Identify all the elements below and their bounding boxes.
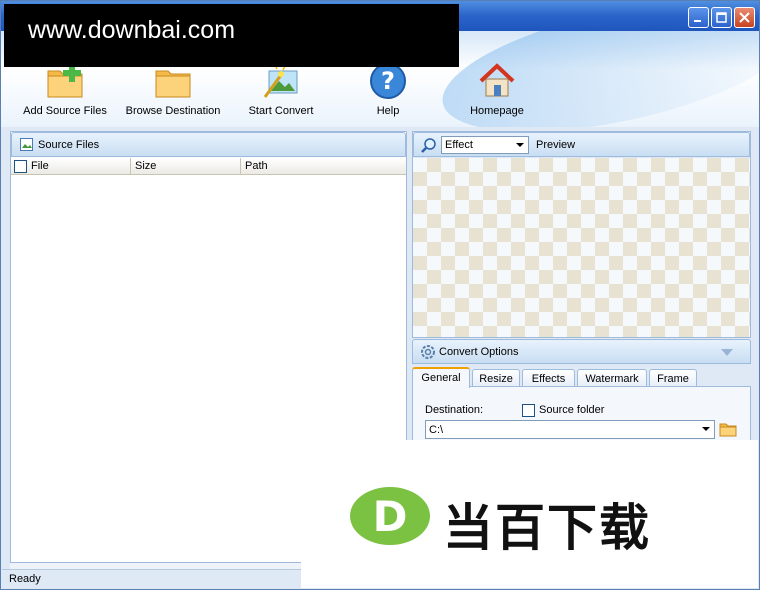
homepage-button[interactable]: Homepage [465,61,529,117]
destination-combo[interactable]: C:\ [425,420,715,439]
effect-select-value: Effect [445,139,473,151]
home-icon [479,63,515,97]
watermark-brand-text: 当百下载 [443,499,651,557]
chevron-down-icon [702,427,710,431]
source-folder-label: Source folder [539,404,605,416]
gear-icon [421,345,435,359]
select-all-checkbox[interactable] [14,160,27,173]
general-tab-panel: Destination: Source folder C:\ [412,386,751,446]
add-source-files-label: Add Source Files [23,105,107,117]
tab-watermark[interactable]: Watermark [577,369,647,387]
watermark-logo: D [350,487,430,545]
tab-general[interactable]: General [412,367,470,388]
convert-options-title: Convert Options [439,346,519,358]
start-convert-label: Start Convert [248,105,314,117]
svg-text:?: ? [381,67,395,95]
destination-label: Destination: [425,404,484,416]
collapse-icon[interactable] [720,348,734,357]
watermark-site-text: www.downbai.com [28,16,236,44]
convert-options-tabs: General Resize Effects Watermark Frame [412,367,751,388]
preview-panel: Effect Preview [412,131,751,338]
effect-select[interactable]: Effect [441,136,529,154]
chevron-down-icon [516,143,524,147]
watermark-banner: www.downbai.com [4,4,459,67]
magic-wand-icon [263,63,298,98]
close-icon [739,12,750,23]
minimize-button[interactable] [688,7,709,28]
convert-options-header[interactable]: Convert Options [412,339,751,364]
help-label: Help [376,105,400,117]
tab-frame[interactable]: Frame [649,369,697,387]
browse-folder-icon[interactable] [719,421,737,437]
start-convert-button[interactable]: Start Convert [243,61,319,117]
homepage-label: Homepage [470,105,524,117]
maximize-icon [716,12,727,23]
minimize-icon [694,20,701,22]
watermark-logo-area: D 当百下载 [301,440,758,588]
help-icon: ? [370,63,406,99]
column-path[interactable]: Path [241,158,406,175]
maximize-button[interactable] [711,7,732,28]
preview-header: Effect Preview [413,132,750,157]
svg-text:D: D [373,492,408,541]
file-list-header: File Size Path [11,158,406,175]
tab-effects[interactable]: Effects [522,369,575,387]
source-folder-checkbox[interactable] [522,404,535,417]
browse-destination-button[interactable]: Browse Destination [123,61,223,117]
image-icon [20,138,33,151]
tab-resize[interactable]: Resize [472,369,520,387]
close-button[interactable] [734,7,755,28]
column-file[interactable]: File [11,158,131,175]
add-source-files-button[interactable]: Add Source Files [21,61,109,117]
source-files-title: Source Files [38,139,100,151]
preview-canvas [413,158,750,337]
source-files-header: Source Files [11,132,406,157]
browse-destination-label: Browse Destination [125,105,221,117]
help-button[interactable]: ? Help [367,61,409,117]
status-text: Ready [9,573,41,585]
folder-icon [155,70,191,98]
add-folder-icon [47,64,83,98]
magnifier-icon [421,138,436,153]
column-size[interactable]: Size [131,158,241,175]
destination-value: C:\ [429,424,444,436]
preview-title: Preview [536,139,576,151]
